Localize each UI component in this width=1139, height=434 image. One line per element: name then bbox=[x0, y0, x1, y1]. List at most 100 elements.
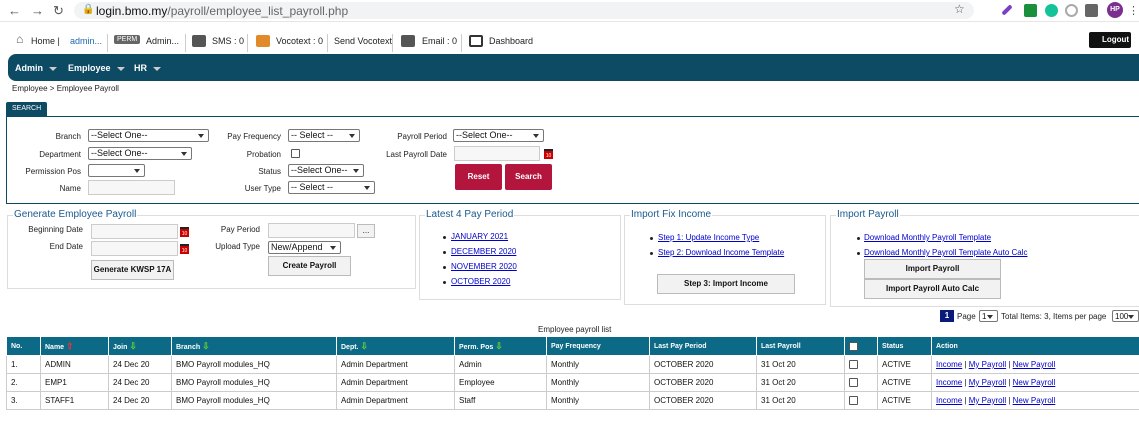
vocotext-count[interactable]: Vocotext : 0 bbox=[276, 36, 323, 46]
status: ACTIVE bbox=[877, 355, 932, 374]
status-label: Status bbox=[258, 167, 281, 176]
search-tab[interactable]: SEARCH bbox=[6, 102, 47, 116]
forward-icon[interactable]: → bbox=[31, 3, 44, 19]
grammarly-icon[interactable] bbox=[1045, 4, 1058, 17]
circle-extension-icon[interactable] bbox=[1065, 4, 1078, 17]
row-select bbox=[844, 355, 878, 374]
pay-frequency-select[interactable]: -- Select -- bbox=[288, 129, 360, 142]
menu-dots-icon[interactable]: ⋮ bbox=[1128, 3, 1139, 19]
table-row: 1. ADMIN 24 Dec 20 BMO Payroll modules_HQ Ad… bbox=[6, 355, 1139, 374]
income-link[interactable]: Income bbox=[936, 378, 962, 387]
upload-type-select[interactable]: New/Append bbox=[268, 241, 341, 254]
col-name[interactable]: Name ⇧ bbox=[40, 336, 109, 356]
col-join[interactable]: Join ⇩ bbox=[108, 336, 172, 356]
col-select-all[interactable] bbox=[844, 336, 878, 356]
my-payroll-link[interactable]: My Payroll bbox=[969, 378, 1006, 387]
status-select[interactable]: --Select One-- bbox=[288, 164, 364, 177]
menu-hr[interactable]: HR bbox=[134, 63, 161, 73]
col-join-label: Join bbox=[113, 343, 128, 351]
row-actions: Income | My Payroll | New Payroll bbox=[931, 391, 1139, 410]
last-payroll: 31 Oct 20 bbox=[756, 355, 845, 374]
divider bbox=[461, 34, 462, 52]
col-branch-label: Branch bbox=[176, 343, 201, 351]
permission-select[interactable] bbox=[88, 164, 145, 177]
reset-button[interactable]: Reset bbox=[455, 164, 502, 190]
update-income-type-link[interactable]: Step 1: Update Income Type bbox=[658, 233, 759, 242]
new-payroll-link[interactable]: New Payroll bbox=[1013, 396, 1056, 405]
menu-employee[interactable]: Employee bbox=[68, 63, 125, 73]
pen-extension-icon[interactable] bbox=[1001, 4, 1013, 16]
items-per-page-select[interactable]: 100 bbox=[1112, 310, 1139, 322]
home-icon[interactable]: ⌂ bbox=[16, 32, 23, 46]
income-link[interactable]: Income bbox=[936, 360, 962, 369]
new-payroll-link[interactable]: New Payroll bbox=[1013, 378, 1056, 387]
name-input[interactable] bbox=[88, 180, 175, 195]
table-header-row: No. Name ⇧ Join ⇩ Branch ⇩ Dept. ⇩ Perm.… bbox=[6, 336, 1139, 356]
import-income-button[interactable]: Step 3: Import Income bbox=[657, 274, 795, 294]
user-type-select[interactable]: -- Select -- bbox=[288, 181, 375, 194]
my-payroll-link[interactable]: My Payroll bbox=[969, 360, 1006, 369]
pay-period-link[interactable]: JANUARY 2021 bbox=[451, 232, 508, 241]
end-date-input[interactable] bbox=[91, 241, 178, 256]
home-link[interactable]: Home | bbox=[31, 36, 60, 46]
import-payroll-box: Import Payroll Download Monthly Payroll … bbox=[830, 209, 1139, 307]
menu-admin[interactable]: Admin bbox=[15, 63, 57, 73]
email-count[interactable]: Email : 0 bbox=[422, 36, 457, 46]
back-icon[interactable]: ← bbox=[8, 3, 21, 19]
branch-select[interactable]: --Select One-- bbox=[88, 129, 209, 142]
sms-count[interactable]: SMS : 0 bbox=[212, 36, 244, 46]
download-template-link[interactable]: Download Monthly Payroll Template bbox=[864, 233, 991, 242]
address-bar[interactable]: 🔒 login.bmo.my/payroll/employee_list_pay… bbox=[74, 2, 974, 19]
beginning-date-input[interactable] bbox=[91, 224, 178, 239]
profile-avatar[interactable]: HP bbox=[1107, 2, 1123, 18]
download-template-auto-calc-link[interactable]: Download Monthly Payroll Template Auto C… bbox=[864, 248, 1028, 257]
page-select[interactable]: 1 bbox=[979, 310, 998, 322]
calendar-icon[interactable]: 10 bbox=[544, 149, 553, 159]
select-all-checkbox[interactable] bbox=[849, 341, 858, 351]
department-select[interactable]: --Select One-- bbox=[88, 147, 192, 160]
star-icon[interactable]: ☆ bbox=[954, 2, 965, 16]
logout-button[interactable]: Logout bbox=[1089, 32, 1131, 48]
my-payroll-link[interactable]: My Payroll bbox=[969, 396, 1006, 405]
col-perm-pos[interactable]: Perm. Pos ⇩ bbox=[454, 336, 547, 356]
col-branch[interactable]: Branch ⇩ bbox=[171, 336, 337, 356]
import-payroll-auto-calc-button[interactable]: Import Payroll Auto Calc bbox=[864, 279, 1001, 299]
pay-period-picker-button[interactable]: ... bbox=[357, 224, 375, 238]
import-fix-income-box: Import Fix Income Step 1: Update Income … bbox=[624, 209, 826, 305]
pay-period-link[interactable]: DECEMBER 2020 bbox=[451, 247, 516, 256]
dashboard-link[interactable]: Dashboard bbox=[489, 36, 533, 46]
url-text: login.bmo.my/payroll/employee_list_payro… bbox=[96, 4, 349, 18]
probation-checkbox[interactable] bbox=[291, 149, 300, 158]
beginning-date-label: Beginning Date bbox=[28, 225, 83, 234]
bullet bbox=[650, 252, 653, 255]
col-pay-frequency: Pay Frequency bbox=[546, 336, 650, 356]
import-payroll-button[interactable]: Import Payroll bbox=[864, 259, 1001, 279]
send-vocotext-link[interactable]: Send Vocotext bbox=[334, 36, 392, 46]
perm-user[interactable]: Admin... bbox=[146, 36, 179, 46]
divider bbox=[185, 34, 186, 52]
extension-icon[interactable] bbox=[1024, 4, 1037, 17]
col-dept[interactable]: Dept. ⇩ bbox=[336, 336, 455, 356]
pay-period-input[interactable] bbox=[268, 223, 355, 238]
create-payroll-button[interactable]: Create Payroll bbox=[268, 256, 351, 276]
col-status: Status bbox=[877, 336, 932, 356]
current-page[interactable]: 1 bbox=[940, 310, 954, 322]
pay-period-link[interactable]: NOVEMBER 2020 bbox=[451, 262, 517, 271]
income-link[interactable]: Income bbox=[936, 396, 962, 405]
download-income-template-link[interactable]: Step 2: Download Income Template bbox=[658, 248, 784, 257]
puzzle-icon[interactable] bbox=[1085, 4, 1098, 17]
user-link[interactable]: admin... bbox=[70, 36, 102, 46]
search-button[interactable]: Search bbox=[505, 164, 552, 190]
lock-icon: 🔒 bbox=[82, 4, 95, 15]
reload-icon[interactable]: ↻ bbox=[53, 3, 64, 19]
row-checkbox[interactable] bbox=[849, 396, 858, 405]
generate-kwsp-button[interactable]: Generate KWSP 17A bbox=[91, 260, 174, 280]
row-checkbox[interactable] bbox=[849, 360, 858, 369]
new-payroll-link[interactable]: New Payroll bbox=[1013, 360, 1056, 369]
last-payroll-date-input[interactable] bbox=[454, 146, 540, 161]
pay-period-link[interactable]: OCTOBER 2020 bbox=[451, 277, 510, 286]
row-checkbox[interactable] bbox=[849, 378, 858, 387]
generate-payroll-box: Generate Employee Payroll Beginning Date… bbox=[7, 209, 416, 289]
payroll-period-select[interactable]: --Select One-- bbox=[453, 129, 544, 142]
payroll-period-label: Payroll Period bbox=[397, 132, 447, 141]
